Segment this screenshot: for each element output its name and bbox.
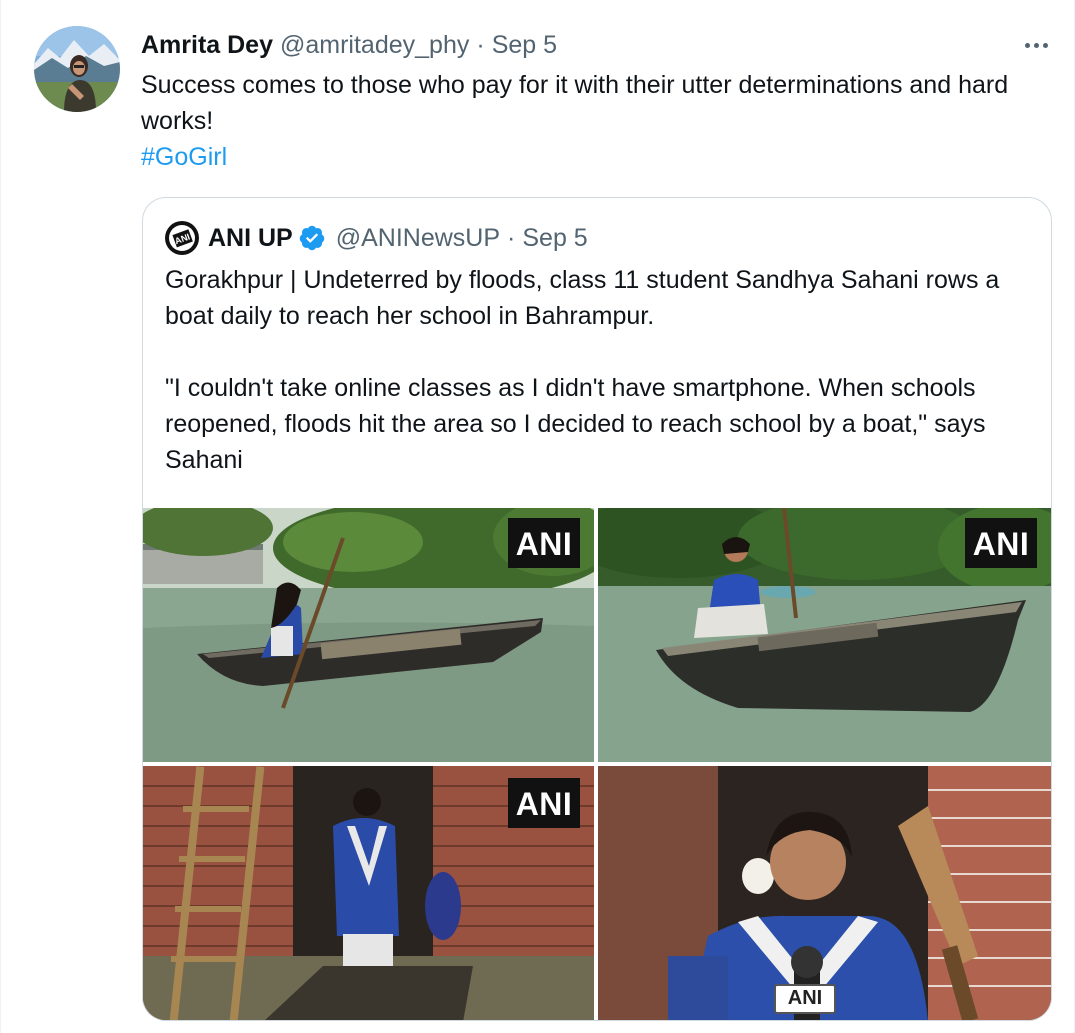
hashtag-link[interactable]: #GoGirl: [141, 139, 227, 175]
tweet-text: Success comes to those who pay for it wi…: [141, 71, 1009, 135]
student-interview-image: [598, 766, 1051, 1020]
more-options-button[interactable]: [1016, 30, 1056, 60]
quoted-tweet-timestamp[interactable]: Sep 5: [522, 224, 587, 253]
ani-watermark: ANI: [965, 518, 1037, 568]
ani-logo-avatar[interactable]: ANI: [165, 221, 199, 255]
photo-loading-boat-at-house[interactable]: ANI: [143, 766, 594, 1020]
microphone-ani-label: ANI: [774, 984, 836, 1014]
ani-watermark: ANI: [508, 518, 580, 568]
ani-watermark: ANI: [508, 778, 580, 828]
tweet-header: Amrita Dey @amritadey_phy · Sep 5: [141, 30, 557, 60]
more-horizontal-icon: [1024, 42, 1030, 48]
author-name[interactable]: Amrita Dey: [141, 31, 273, 60]
photo-student-interview[interactable]: ANI: [598, 766, 1051, 1020]
author-avatar[interactable]: [34, 26, 120, 112]
quoted-tweet-card[interactable]: ANI ANI UP @ANINewsUP · Sep 5 Gorakhpur …: [142, 197, 1052, 1021]
more-horizontal-icon-dot: [1033, 42, 1039, 48]
media-grid: ANI ANI ANI ANI: [143, 508, 1051, 1020]
timeline-border-left: [0, 0, 1, 1033]
author-handle[interactable]: @amritadey_phy: [280, 31, 469, 60]
more-horizontal-icon-dot: [1042, 42, 1048, 48]
tweet-timestamp[interactable]: Sep 5: [492, 31, 557, 60]
quoted-header-separator: ·: [507, 223, 516, 252]
quoted-author-handle[interactable]: @ANINewsUP: [336, 224, 500, 253]
photo-boat-front-view[interactable]: ANI: [598, 508, 1051, 762]
quoted-paragraph-2: "I couldn't take online classes as I did…: [165, 374, 986, 474]
quoted-paragraph-1: Gorakhpur | Undeterred by floods, class …: [165, 266, 1000, 330]
photo-boat-side-view[interactable]: ANI: [143, 508, 594, 762]
quoted-author-name[interactable]: ANI UP: [208, 224, 293, 253]
avatar-photo: [34, 26, 120, 112]
quoted-tweet-text: Gorakhpur | Undeterred by floods, class …: [165, 262, 1035, 478]
header-separator: ·: [476, 30, 485, 59]
verified-badge-icon: [298, 224, 326, 252]
ani-logo-icon: ANI: [165, 221, 199, 255]
quoted-tweet-header: ANI ANI UP @ANINewsUP · Sep 5: [165, 220, 588, 256]
